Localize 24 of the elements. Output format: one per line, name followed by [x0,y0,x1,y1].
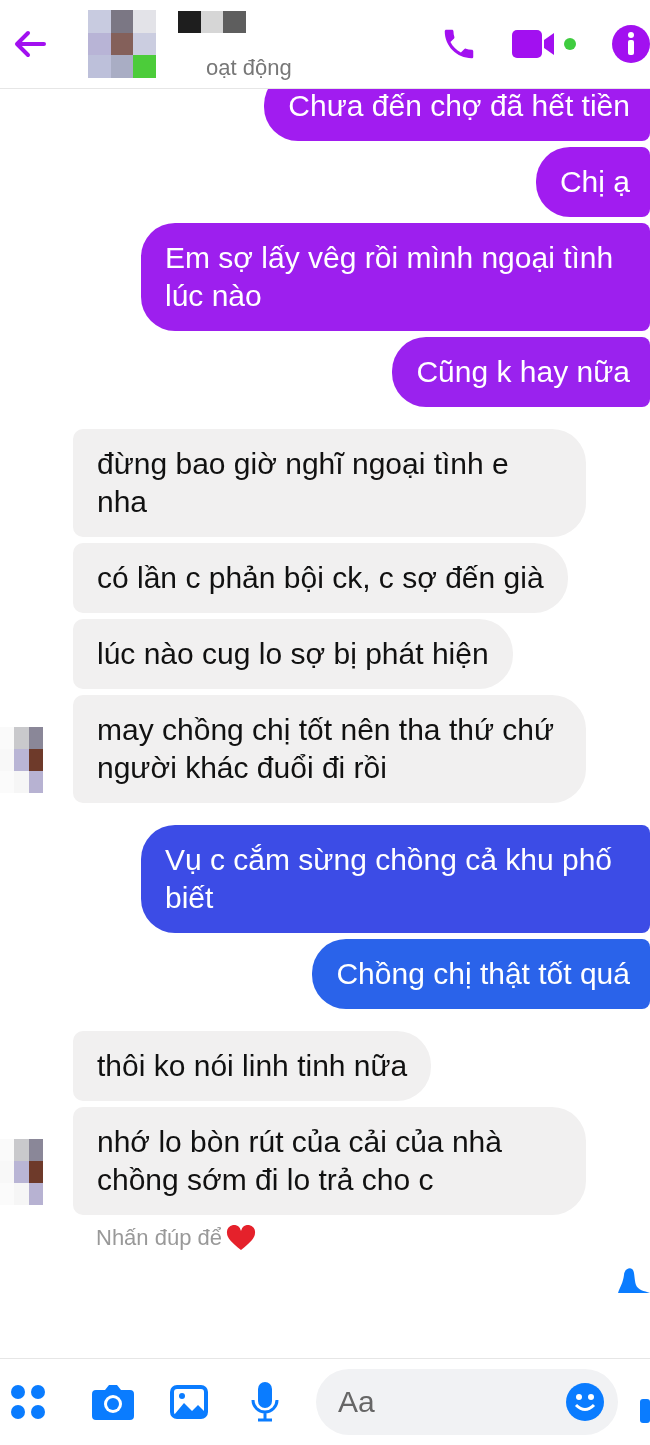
sent-message: Chồng chị thật tốt quá [312,939,650,1009]
received-message: thôi ko nói linh tinh nữa [73,1031,432,1101]
avatar [88,10,156,78]
received-message: đừng bao giờ nghĩ ngoại tình e nha [73,429,586,537]
active-status: oạt động [206,55,292,81]
received-message: may chồng chị tốt nên tha thứ chứ người khác đuổi đi rồi [73,695,586,803]
sent-message: Em sợ lấy vêg rồi mình ngoại tình lúc nào [141,223,650,331]
sent-message: Chưa đến chợ đã hết tiền [264,89,650,141]
video-call-icon[interactable] [512,29,578,59]
image-icon[interactable] [170,1385,208,1419]
received-message: nhớ lo bòn rút của cải của nhà chồng sớm đi lo trả cho c [73,1107,586,1215]
camera-icon[interactable] [92,1384,134,1420]
heart-icon [226,1225,256,1251]
hint-text: Nhấn đúp để [96,1225,222,1251]
message-field[interactable]: Aa [316,1369,618,1435]
sent-message: Vụ c cắm sừng chồng cả khu phố biết [141,825,650,933]
sent-message: Chị ạ [535,147,650,217]
microphone-icon[interactable] [250,1382,280,1422]
info-icon[interactable] [612,25,650,63]
menu-icon[interactable] [10,1384,46,1420]
sent-message: Cũng k hay nữa [392,337,650,407]
received-message: có lần c phản bội ck, c sợ đến già [73,543,568,613]
redacted-name [178,11,246,33]
received-message: lúc nào cug lo sợ bị phát hiện [73,619,513,689]
